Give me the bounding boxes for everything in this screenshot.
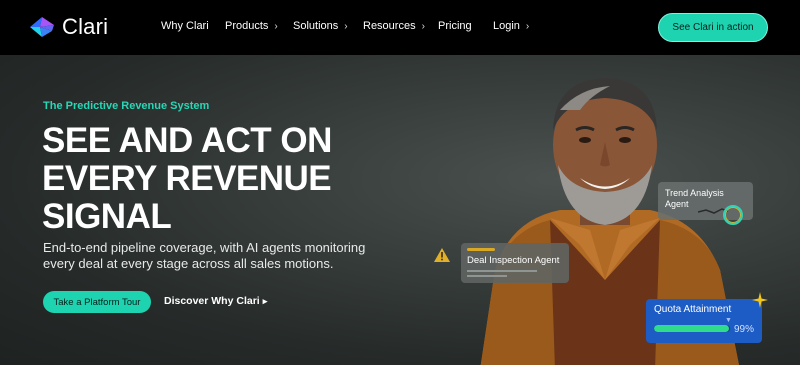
headline-line: EVERY REVENUE bbox=[42, 159, 332, 198]
trend-analysis-card: Trend Analysis Agent bbox=[658, 182, 753, 225]
brand-name: Clari bbox=[62, 14, 109, 39]
chevron-right-icon: › bbox=[421, 20, 425, 32]
trend-gauge-icon bbox=[723, 205, 743, 225]
nav-item-products[interactable]: Products › bbox=[225, 20, 278, 32]
quota-percent: 99% bbox=[734, 324, 755, 335]
chevron-right-icon: › bbox=[274, 20, 278, 32]
placeholder-line bbox=[467, 275, 507, 277]
headline-line: SIGNAL bbox=[42, 197, 172, 236]
clari-logo[interactable]: Clari bbox=[28, 14, 108, 40]
placeholder-line bbox=[467, 270, 537, 272]
quota-attainment-card: Quota Attainment ▼ 99% bbox=[646, 299, 762, 343]
nav-item-why-clari[interactable]: Why Clari bbox=[161, 20, 209, 32]
see-clari-in-action-button[interactable]: See Clari in action bbox=[658, 13, 768, 42]
nav-label: Why Clari bbox=[161, 20, 209, 32]
nav-label: Resources bbox=[363, 20, 416, 32]
hero-headline: SEE AND ACT ON EVERY REVENUE SIGNAL bbox=[42, 122, 372, 236]
hero-eyebrow: The Predictive Revenue System bbox=[43, 100, 210, 112]
hero-section: The Predictive Revenue System SEE AND AC… bbox=[0, 55, 800, 365]
quota-attainment-label: Quota Attainment bbox=[654, 304, 732, 315]
nav-item-login[interactable]: Login › bbox=[493, 20, 529, 32]
deal-status-bar bbox=[467, 248, 495, 251]
headline-line: SEE AND ACT ON bbox=[42, 121, 332, 160]
sparkle-icon bbox=[752, 292, 768, 308]
nav-label: Solutions bbox=[293, 20, 339, 32]
nav-label: Pricing bbox=[438, 20, 472, 32]
take-platform-tour-button[interactable]: Take a Platform Tour bbox=[43, 291, 151, 313]
deal-inspection-label: Deal Inspection Agent bbox=[467, 255, 560, 266]
nav-item-resources[interactable]: Resources › bbox=[363, 20, 425, 32]
chevron-right-icon: › bbox=[344, 20, 348, 32]
progress-marker-icon: ▼ bbox=[725, 317, 732, 324]
hero-description: End-to-end pipeline coverage, with AI ag… bbox=[43, 240, 366, 271]
nav-label: Products bbox=[225, 20, 269, 32]
clari-logo-icon bbox=[30, 17, 54, 37]
nav-label: Login bbox=[493, 20, 520, 32]
deal-inspection-card: Deal Inspection Agent bbox=[461, 243, 569, 283]
warning-icon bbox=[434, 248, 450, 262]
play-arrow-icon: ▸ bbox=[262, 295, 268, 306]
chevron-right-icon: › bbox=[525, 20, 530, 32]
quota-progress-track bbox=[654, 325, 730, 332]
quota-progress-fill bbox=[654, 325, 730, 332]
nav-item-solutions[interactable]: Solutions › bbox=[293, 20, 348, 32]
top-nav: Clari Why Clari Products › Solutions › R… bbox=[0, 0, 800, 55]
link-label: Discover Why Clari bbox=[164, 295, 260, 307]
nav-item-pricing[interactable]: Pricing bbox=[438, 20, 472, 32]
discover-why-clari-link[interactable]: Discover Why Clari ▸ bbox=[164, 295, 267, 307]
